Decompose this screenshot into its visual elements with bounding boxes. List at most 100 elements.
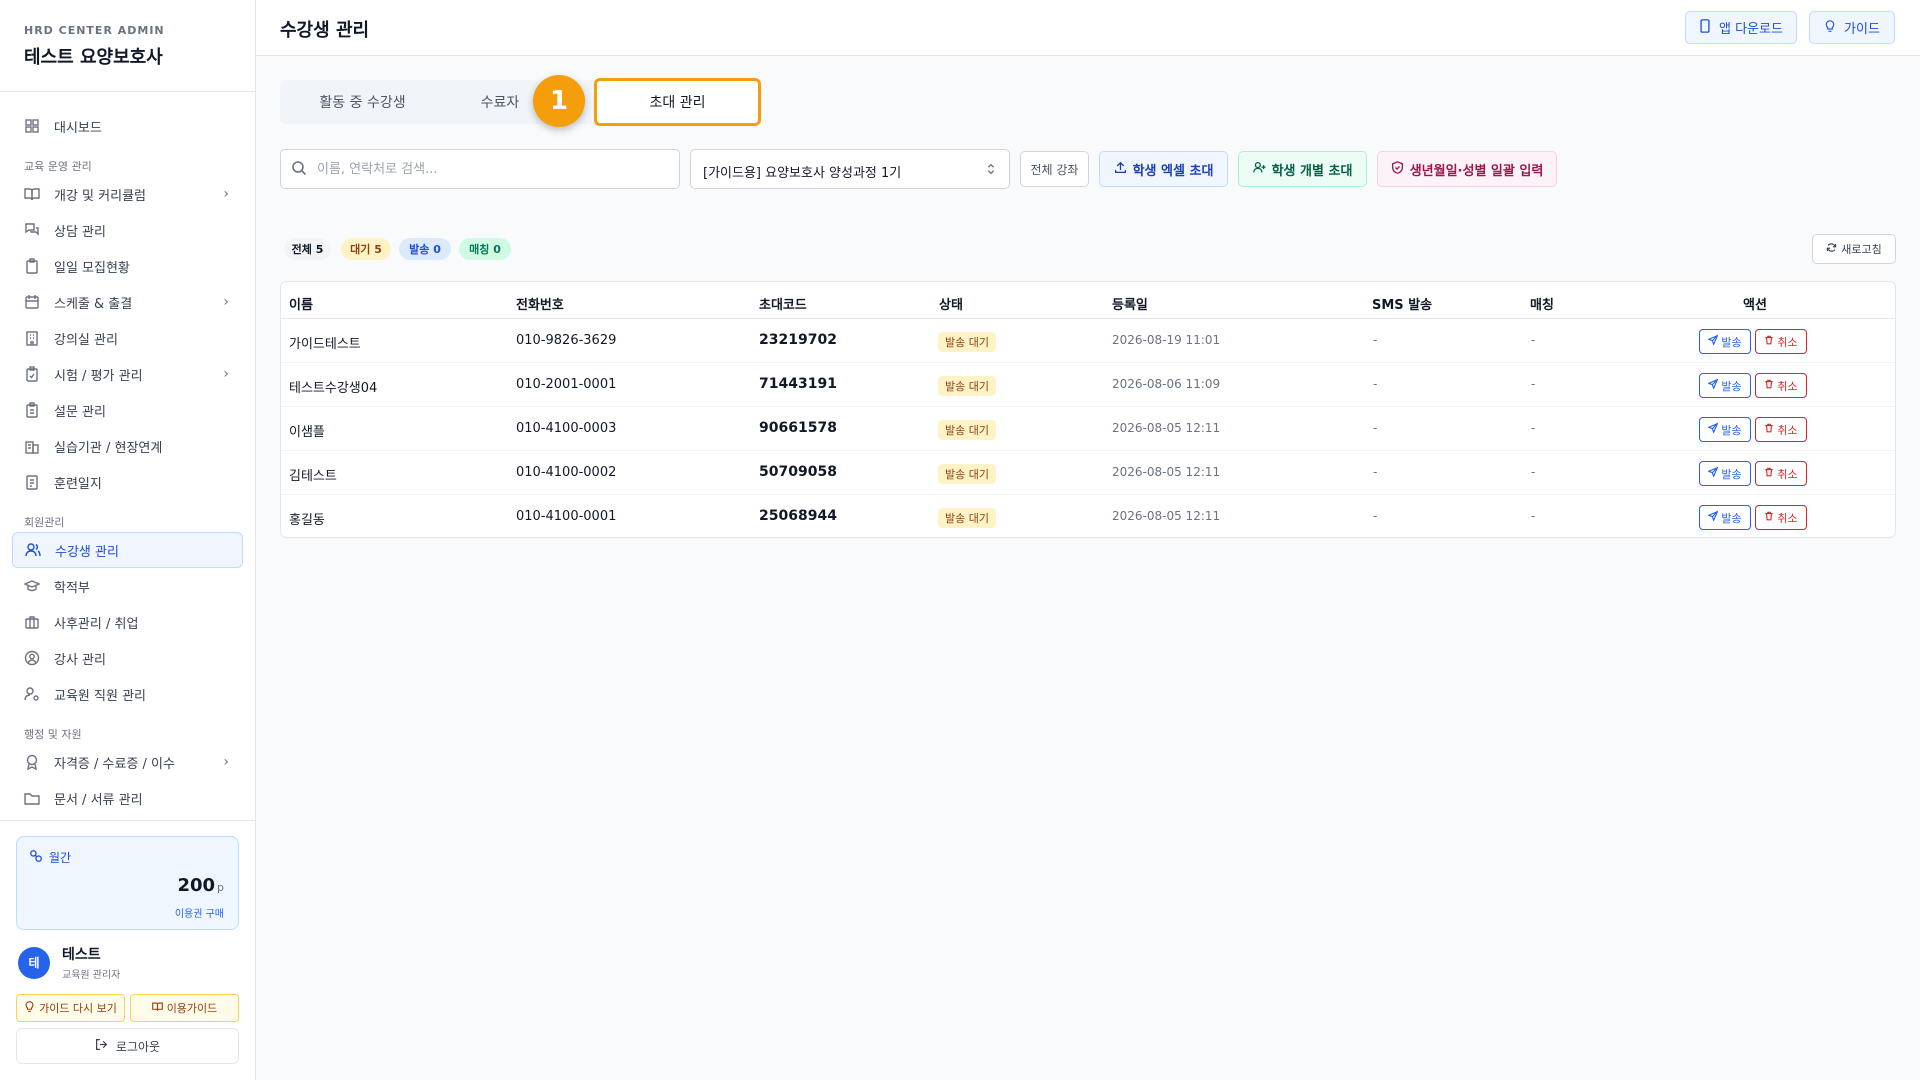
send-button[interactable]: 발송: [1699, 417, 1751, 442]
course-select[interactable]: [가이드용] 요양보호사 양성과정 1기: [690, 149, 1010, 189]
link-icon: [29, 849, 43, 866]
single-invite-button[interactable]: 학생 개별 초대: [1238, 151, 1367, 187]
sidebar-item-schedule[interactable]: 스케줄 & 출결 ›: [12, 284, 243, 320]
nav-section-education: 교육 운영 관리: [24, 160, 92, 173]
table-row: 이샘플 010-4100-0003 90661578 발송 대기 2026-08-05 …: [281, 407, 1895, 451]
guide-again-button[interactable]: 가이드 다시 보기: [16, 994, 125, 1022]
trash-icon: [1764, 335, 1774, 348]
guide-button[interactable]: 가이드: [1809, 11, 1895, 44]
step-badge: 1: [533, 75, 585, 127]
sidebar-item-label: 개강 및 커리큘럼: [54, 188, 146, 204]
cell-sms: -: [1373, 421, 1378, 435]
usage-guide-button[interactable]: 이용가이드: [130, 994, 239, 1022]
buy-pass-link[interactable]: 이용권 구매: [175, 905, 224, 920]
cancel-button[interactable]: 취소: [1755, 505, 1807, 530]
user-name: 테스트: [62, 947, 101, 963]
cancel-button[interactable]: 취소: [1755, 329, 1807, 354]
sidebar-item-recruit[interactable]: 일일 모집현황: [12, 248, 243, 284]
sidebar-item-exam[interactable]: 시험 / 평가 관리 ›: [12, 356, 243, 392]
cancel-button[interactable]: 취소: [1755, 461, 1807, 486]
app-download-button[interactable]: 앱 다운로드: [1685, 11, 1797, 44]
table-row: 테스트수강생04 010-2001-0001 71443191 발송 대기 2026-0…: [281, 363, 1895, 407]
status-badge: 발송 대기: [938, 508, 996, 528]
cell-phone: 010-9826-3629: [516, 333, 617, 348]
col-status: 상태: [939, 298, 963, 313]
tab-invite[interactable]: 초대 관리: [594, 78, 761, 126]
sidebar-item-dashboard[interactable]: 대시보드: [12, 108, 243, 144]
cell-invite-code: 50709058: [759, 464, 837, 480]
users-icon: [25, 542, 41, 558]
cell-match: -: [1531, 377, 1536, 391]
refresh-button[interactable]: 새로고침: [1812, 234, 1896, 264]
cell-phone: 010-2001-0001: [516, 377, 617, 392]
send-button[interactable]: 발송: [1699, 373, 1751, 398]
cell-name: 테스트수강생04: [289, 381, 378, 396]
sidebar-item-label: 학적부: [54, 580, 90, 596]
cell-match: -: [1531, 333, 1536, 347]
sidebar-item-curriculum[interactable]: 개강 및 커리큘럼 ›: [12, 176, 243, 212]
logout-button[interactable]: 로그아웃: [16, 1028, 239, 1064]
cell-sms: -: [1373, 377, 1378, 391]
sidebar-item-label: 수강생 관리: [55, 544, 119, 560]
sidebar-item-label: 스케줄 & 출결: [54, 296, 133, 312]
send-button[interactable]: 발송: [1699, 505, 1751, 530]
sidebar-item-instructors[interactable]: 강사 관리: [12, 640, 243, 676]
col-action: 액션: [1743, 298, 1767, 313]
sidebar-item-documents[interactable]: 문서 / 서류 관리: [12, 780, 243, 816]
table-header: 이름 전화번호 초대코드 상태 등록일 SMS 발송 매칭 액션: [281, 282, 1895, 319]
sidebar-item-practicum[interactable]: 실습기관 / 현장연계: [12, 428, 243, 464]
count-all-badge[interactable]: 전체 5: [284, 238, 331, 260]
status-badge: 발송 대기: [938, 464, 996, 484]
brand-subtitle: HRD CENTER ADMIN: [24, 24, 165, 37]
cancel-button[interactable]: 취소: [1755, 373, 1807, 398]
sidebar-item-records[interactable]: 학적부: [12, 568, 243, 604]
bulk-birthdate-gender-button[interactable]: 생년월일·성별 일괄 입력: [1377, 151, 1557, 187]
all-courses-button[interactable]: 전체 강좌: [1020, 151, 1089, 187]
sidebar-item-label: 실습기관 / 현장연계: [54, 440, 163, 456]
cell-phone: 010-4100-0002: [516, 465, 617, 480]
plan-points: 200 p: [177, 875, 224, 896]
sidebar-item-survey[interactable]: 설문 관리: [12, 392, 243, 428]
send-icon: [1707, 466, 1719, 480]
cancel-button[interactable]: 취소: [1755, 417, 1807, 442]
sidebar: HRD CENTER ADMIN 테스트 요양보호사 대시보드 교육 운영 관리…: [0, 0, 256, 1080]
plan-card[interactable]: 월간 200 p 이용권 구매: [16, 836, 239, 930]
guide-buttons: 가이드 다시 보기 이용가이드: [16, 994, 239, 1022]
nav-section-admin: 행정 및 자원: [24, 728, 82, 741]
book-open-icon: [151, 1001, 163, 1015]
sidebar-item-label: 사후관리 / 취업: [54, 616, 139, 632]
sidebar-item-consulting[interactable]: 상담 관리: [12, 212, 243, 248]
send-icon: [1707, 334, 1719, 348]
brand-title: 테스트 요양보호사: [24, 47, 163, 68]
cell-invite-code: 71443191: [759, 376, 837, 392]
table-row: 홍길동 010-4100-0001 25068944 발송 대기 2026-08-05 …: [281, 495, 1895, 537]
search-field[interactable]: [280, 149, 680, 189]
send-button[interactable]: 발송: [1699, 461, 1751, 486]
sidebar-item-classroom[interactable]: 강의실 관리: [12, 320, 243, 356]
briefcase-icon: [24, 614, 40, 630]
count-sent-badge[interactable]: 발송 0: [399, 238, 451, 260]
excel-invite-button[interactable]: 학생 엑셀 초대: [1099, 151, 1228, 187]
table-row: 김테스트 010-4100-0002 50709058 발송 대기 2026-08-05…: [281, 451, 1895, 495]
chat-icon: [24, 222, 40, 238]
count-waiting-badge[interactable]: 대기 5: [341, 238, 391, 260]
tab-active-students[interactable]: 활동 중 수강생: [280, 80, 445, 124]
lightbulb-icon: [1824, 19, 1836, 37]
sidebar-item-staff[interactable]: 교육원 직원 관리: [12, 676, 243, 712]
search-input[interactable]: [317, 150, 667, 188]
cell-phone: 010-4100-0001: [516, 509, 617, 524]
sidebar-item-students[interactable]: 수강생 관리: [12, 532, 243, 568]
sidebar-item-employment[interactable]: 사후관리 / 취업: [12, 604, 243, 640]
sidebar-item-label: 문서 / 서류 관리: [54, 792, 143, 808]
cell-sms: -: [1373, 333, 1378, 347]
sidebar-item-certificates[interactable]: 자격증 / 수료증 / 이수 ›: [12, 744, 243, 780]
cell-name: 가이드테스트: [289, 337, 361, 352]
sidebar-item-label: 시험 / 평가 관리: [54, 368, 143, 384]
send-button[interactable]: 발송: [1699, 329, 1751, 354]
status-badge: 발송 대기: [938, 332, 996, 352]
sidebar-item-training-log[interactable]: 훈련일지: [12, 464, 243, 500]
count-matched-badge[interactable]: 매칭 0: [459, 238, 511, 260]
sidebar-item-label: 강사 관리: [54, 652, 106, 668]
sidebar-item-label: 교육원 직원 관리: [54, 688, 146, 704]
graduation-cap-icon: [24, 578, 40, 594]
